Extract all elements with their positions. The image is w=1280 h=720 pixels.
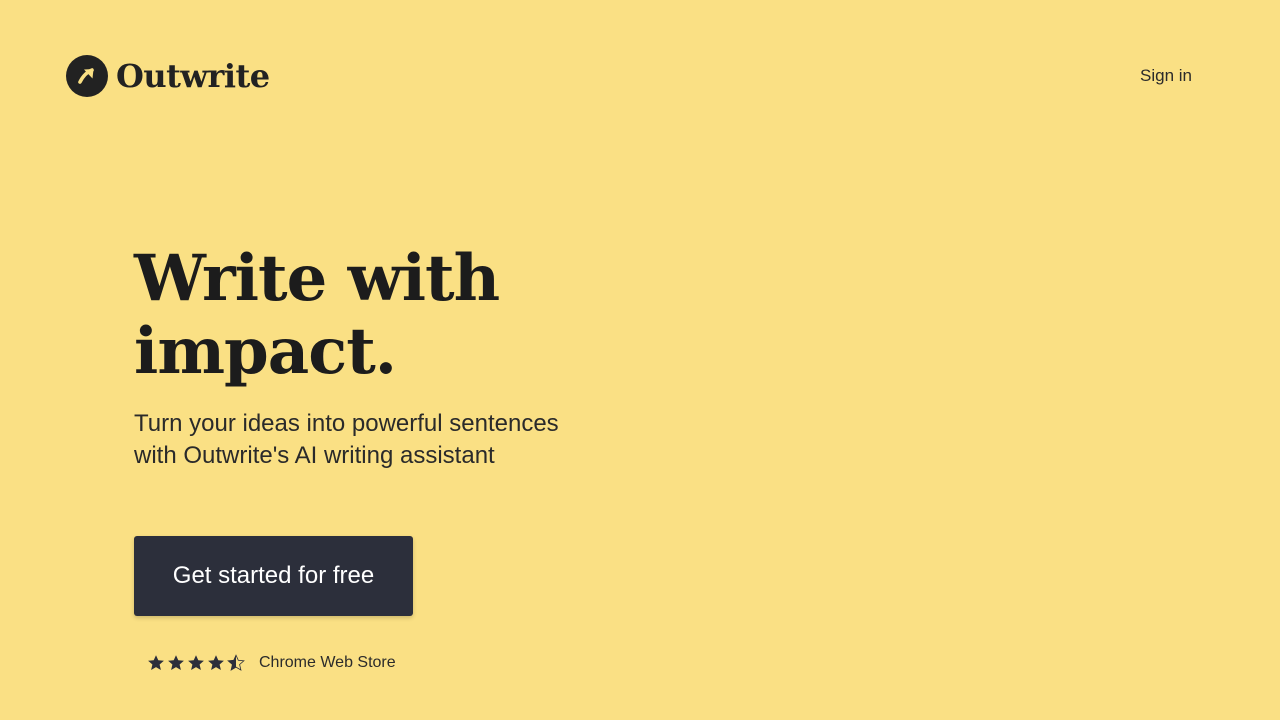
hero-subheadline: Turn your ideas into powerful sentences … xyxy=(134,408,604,472)
rating-stars xyxy=(147,654,247,672)
star-icon xyxy=(188,655,204,670)
hero-subheadline-line-1: Turn your ideas into powerful sentences xyxy=(134,410,559,437)
hero-headline-line-1: Write with xyxy=(134,241,500,316)
store-label: Chrome Web Store xyxy=(259,654,396,671)
hero-subheadline-line-2: with Outwrite's AI writing assistant xyxy=(134,442,495,469)
star-icon xyxy=(227,654,245,671)
brand-name: Outwrite xyxy=(116,57,270,95)
hero-headline: Write with impact. xyxy=(134,242,654,388)
star-icon xyxy=(148,655,164,670)
get-started-button[interactable]: Get started for free xyxy=(134,536,413,616)
hero-section: Write with impact. Turn your ideas into … xyxy=(134,242,654,472)
brand-logo-link[interactable]: Outwrite xyxy=(66,55,270,97)
landing-page: Outwrite Sign in Write with impact. Turn… xyxy=(0,0,1280,720)
store-rating: Chrome Web Store xyxy=(147,652,396,674)
star-icon xyxy=(168,655,184,670)
sign-in-link[interactable]: Sign in xyxy=(1140,65,1192,87)
arrow-up-right-circle-icon xyxy=(66,55,108,97)
hero-headline-line-2: impact. xyxy=(134,314,397,389)
star-icon xyxy=(208,655,224,670)
